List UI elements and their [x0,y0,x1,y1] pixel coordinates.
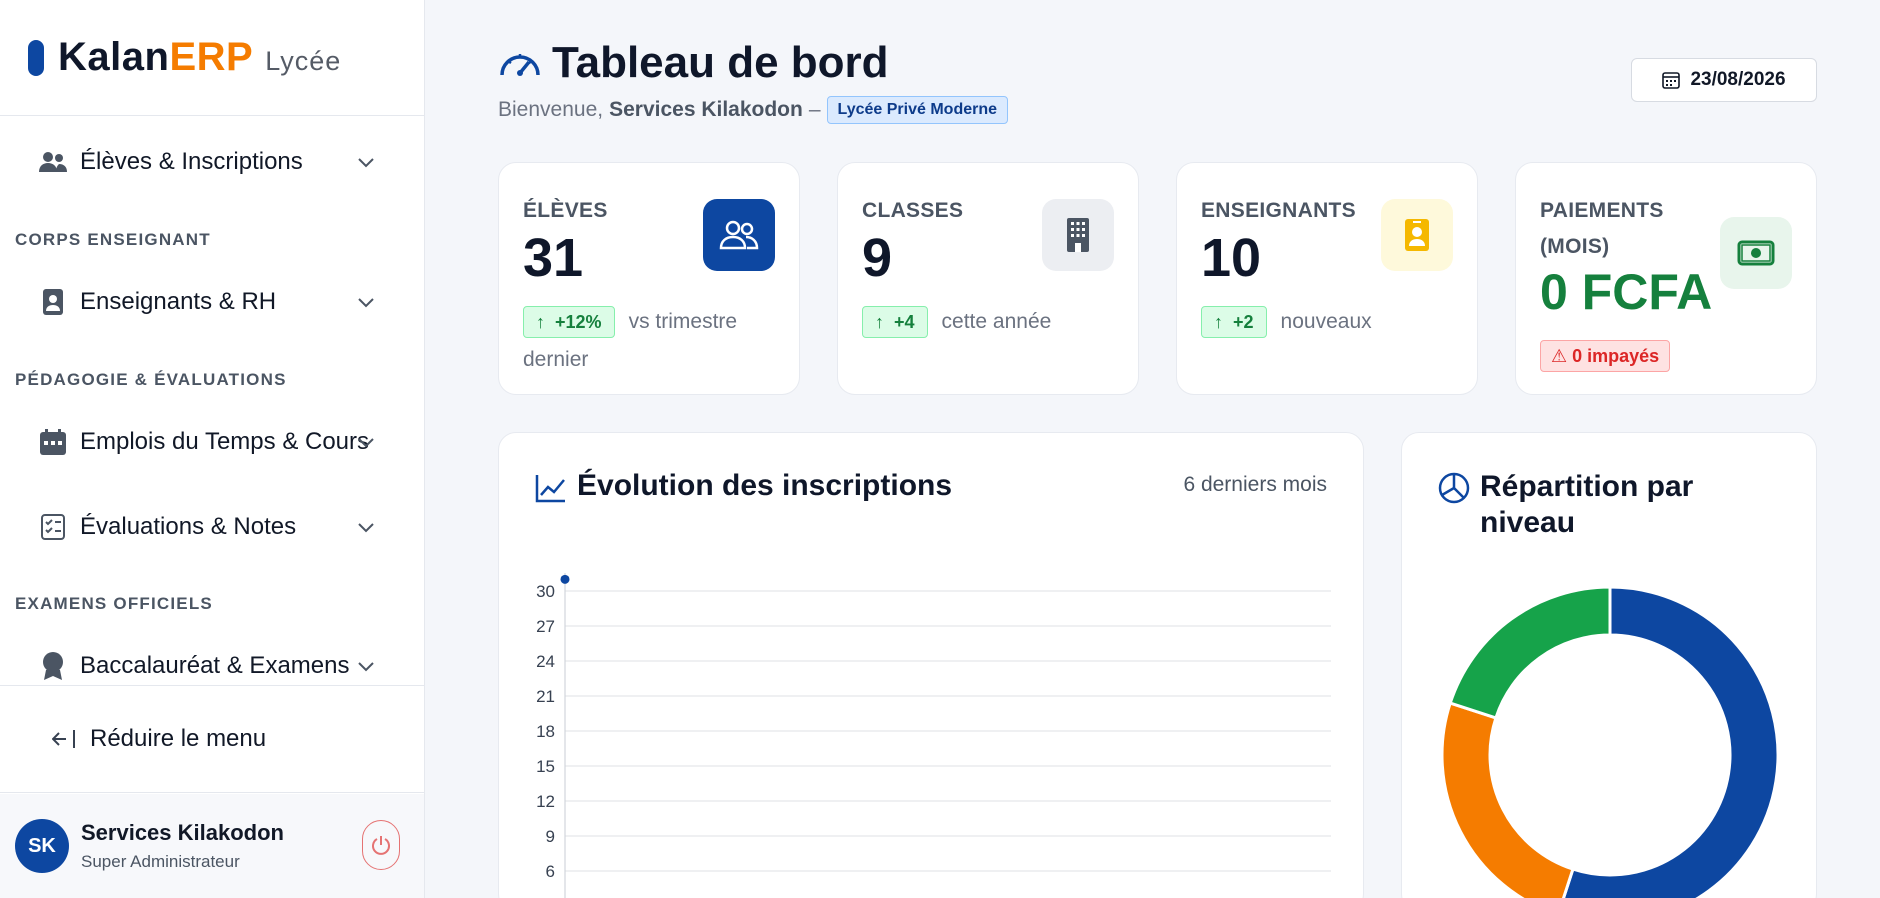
stat-value: 9 [862,228,893,288]
sidebar-item-baccalaureat[interactable]: Baccalauréat & Examens [0,636,424,685]
unpaid-badge: ⚠ 0 impayés [1540,340,1671,372]
sidebar-item-label: Enseignants & RH [80,288,277,315]
sidebar-item-label: Baccalauréat & Examens [80,652,350,679]
brand-mark [28,39,44,76]
calendar-icon [1662,72,1681,89]
y-tick-label: 27 [536,617,555,636]
data-point[interactable] [560,574,570,584]
calendar-icon [38,427,68,457]
nav-section-examens: EXAMENS OFFICIELS [15,594,213,613]
stat-label: PAIEMENTS (MOIS) [1540,199,1664,258]
brand-logo[interactable]: Kalan ERP Lycée [0,0,424,116]
stat-card-enseignants[interactable]: ENSEIGNANTS 10 ↑ +2 nouveaux [1176,162,1478,395]
evolution-panel: Évolution des inscriptions 6 derniers mo… [498,432,1364,898]
chevron-down-icon [358,438,374,448]
award-icon [38,651,68,681]
brand-suffix: Lycée [265,46,342,76]
school-badge: Lycée Privé Moderne [826,96,1009,124]
sidebar: Kalan ERP Lycée Élèves & Inscriptions COR… [0,0,425,898]
user-name: Services Kilakodon [81,820,284,845]
donut-slice[interactable] [1440,701,1575,898]
logout-button[interactable] [362,820,400,870]
page-title: Tableau de bord [552,38,889,87]
collapse-arrow-icon [52,730,75,748]
range-label: 6 derniers mois [1183,473,1327,496]
cash-icon [1720,217,1792,289]
panel-title: Évolution des inscriptions [535,469,952,503]
stat-card-eleves[interactable]: ÉLÈVES 31 ↑ +12% vs trimestre dernier [498,162,800,395]
nav-section-pedagogie: PÉDAGOGIE & ÉVALUATIONS [15,370,287,389]
chevron-down-icon [358,662,374,672]
id-badge-icon [38,287,68,317]
sidebar-item-enseignants[interactable]: Enseignants & RH [0,272,424,332]
user-role: Super Administrateur [81,852,240,871]
line-chart-icon [535,475,565,503]
brand-name-part1: Kalan [58,35,170,79]
trend-badge: ↑ +2 [1201,306,1267,338]
enrollment-line-chart: 36912151821242730 [536,573,1331,898]
sidebar-item-eleves[interactable]: Élèves & Inscriptions [0,132,424,192]
nav-section-corps: CORPS ENSEIGNANT [15,230,211,249]
building-icon [1042,199,1114,271]
brand-name-part2: ERP [169,35,254,79]
checklist-icon [38,512,68,542]
id-badge-icon [1381,199,1453,271]
avatar[interactable]: SK [15,819,69,873]
y-tick-label: 12 [536,792,555,811]
sidebar-nav: Élèves & Inscriptions CORPS ENSEIGNANT E… [0,117,424,685]
y-tick-label: 21 [536,687,555,706]
stat-label: ENSEIGNANTS [1201,199,1356,222]
y-tick-label: 30 [536,582,555,601]
stat-delta: ↑ +2 nouveaux [1201,303,1451,341]
trend-badge: ↑ +12% [523,306,615,338]
separator: – [808,98,821,121]
user-profile: SK Services Kilakodon Super Administrate… [0,794,424,898]
welcome-line: Bienvenue, Services Kilakodon – Lycée Pr… [498,96,1009,124]
stat-delta: ↑ +12% vs trimestre dernier [523,303,773,379]
speedometer-icon [500,54,540,76]
stat-warning: ⚠ 0 impayés [1540,337,1790,375]
y-tick-label: 9 [546,827,555,846]
page-header: Tableau de bord [498,38,889,88]
users-icon [38,147,68,177]
main-content: Tableau de bord Bienvenue, Services Kila… [426,0,1880,898]
stat-card-classes[interactable]: CLASSES 9 ↑ +4 cette année [837,162,1139,395]
stat-delta: ↑ +4 cette année [862,303,1112,341]
sidebar-item-label: Évaluations & Notes [80,513,297,540]
sidebar-item-emplois[interactable]: Emplois du Temps & Cours [0,412,424,472]
stat-value: 0 FCFA [1540,264,1713,320]
y-tick-label: 6 [546,862,555,881]
chevron-down-icon [358,158,374,168]
panel-title: Répartition par niveau [1438,469,1778,541]
sidebar-item-label: Emplois du Temps & Cours [80,428,370,455]
date-button[interactable]: 23/08/2026 [1631,58,1817,102]
repartition-panel: Répartition par niveau [1401,432,1817,898]
trend-note: nouveaux [1280,310,1372,333]
trend-badge: ↑ +4 [862,306,928,338]
level-donut-chart [1440,585,1780,898]
collapse-menu-button[interactable]: Réduire le menu [0,685,424,793]
y-tick-label: 15 [536,757,555,776]
stat-label: CLASSES [862,199,964,222]
donut-slice[interactable] [1448,585,1612,720]
org-name: Services Kilakodon [609,98,803,121]
stat-label: ÉLÈVES [523,199,608,222]
pie-chart-icon [1438,472,1470,504]
collapse-menu-label: Réduire le menu [90,725,267,752]
y-tick-label: 24 [536,652,555,671]
y-tick-label: 18 [536,722,555,741]
chevron-down-icon [358,298,374,308]
power-icon [372,836,390,855]
chevron-down-icon [358,523,374,533]
sidebar-item-evaluations[interactable]: Évaluations & Notes [0,497,424,557]
welcome-text: Bienvenue, [498,98,604,121]
current-date: 23/08/2026 [1690,69,1786,90]
stat-value: 31 [523,228,584,288]
users-icon [703,199,775,271]
sidebar-item-label: Élèves & Inscriptions [80,148,303,175]
stat-value: 10 [1201,228,1262,288]
stat-card-paiements[interactable]: PAIEMENTS (MOIS) 0 FCFA ⚠ 0 impayés [1515,162,1817,395]
trend-note: cette année [941,310,1052,333]
